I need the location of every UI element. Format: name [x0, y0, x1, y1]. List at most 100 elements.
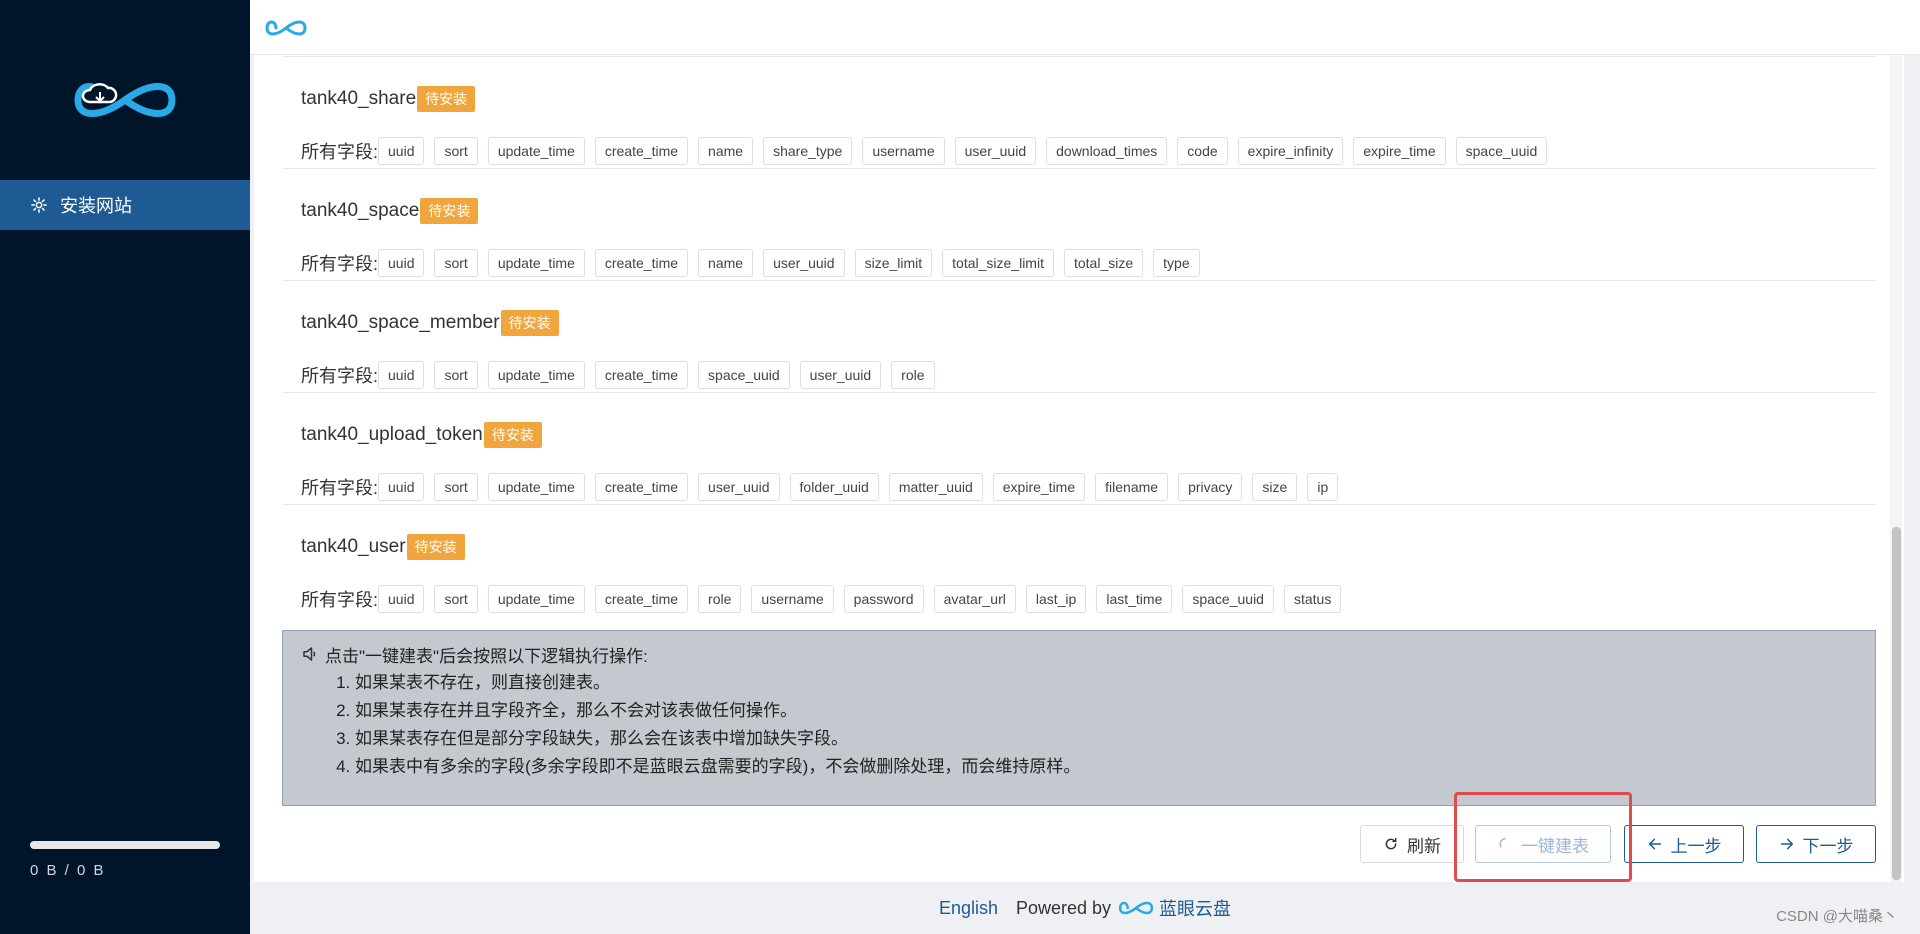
create-label: 一键建表: [1521, 836, 1589, 856]
table-title: tank40_space 待安装: [301, 197, 479, 225]
field-tag: sort: [434, 249, 478, 277]
notice-item: 如果某表不存在，则直接创建表。: [355, 669, 1857, 697]
speaker-icon: [303, 647, 316, 661]
next-step-button[interactable]: 下一步: [1756, 825, 1876, 863]
field-list: 所有字段: uuid sort update_time create_time name u…: [301, 249, 1210, 277]
field-tag: create_time: [594, 585, 689, 613]
brand-link[interactable]: 蓝眼云盘: [1159, 895, 1231, 921]
field-tag: download_times: [1046, 137, 1168, 165]
arrow-left-icon: [1648, 838, 1661, 850]
table-row: tank40_user 待安装 所有字段: uuid sort update_time cr…: [282, 504, 1876, 616]
field-list: 所有字段: uuid sort update_time create_time name s…: [301, 137, 1557, 165]
status-badge: 待安装: [483, 422, 542, 448]
field-tag: last_ip: [1025, 585, 1087, 613]
field-tag: space_uuid: [1455, 137, 1548, 165]
field-tag: expire_time: [992, 473, 1086, 501]
field-tag: expire_infinity: [1237, 137, 1344, 165]
prev-step-button[interactable]: 上一步: [1624, 825, 1744, 863]
field-tag: avatar_url: [933, 585, 1016, 613]
field-tag: sort: [434, 137, 478, 165]
fields-label: 所有字段:: [301, 478, 379, 498]
field-tag: user_uuid: [954, 137, 1037, 165]
field-tag: total_size: [1063, 249, 1144, 277]
next-label: 下一步: [1802, 836, 1854, 856]
fields-label: 所有字段:: [301, 366, 379, 386]
notice-heading: 点击"一键建表"后会按照以下逻辑执行操作:: [325, 646, 648, 666]
table-row: tank40_share 待安装 所有字段: uuid sort update_time c…: [282, 56, 1876, 168]
one-click-create-button[interactable]: 一键建表: [1475, 825, 1611, 863]
field-tag: role: [891, 361, 935, 389]
sidebar-item-install-site[interactable]: 安装网站: [0, 180, 250, 230]
field-tag: uuid: [378, 249, 425, 277]
table-name: tank40_user: [301, 536, 406, 557]
field-tag: update_time: [487, 249, 585, 277]
field-tag: share_type: [763, 137, 853, 165]
notice-item: 如果某表存在并且字段齐全，那么不会对该表做任何操作。: [355, 697, 1857, 725]
field-tag: username: [862, 137, 945, 165]
field-tag: create_time: [594, 361, 689, 389]
field-tag: total_size_limit: [942, 249, 1054, 277]
arrow-right-icon: [1780, 838, 1793, 850]
field-tag: size: [1252, 473, 1298, 501]
table-name: tank40_space: [301, 200, 420, 221]
powered-by-text: Powered by: [1015, 897, 1112, 918]
table-title: tank40_share 待安装: [301, 85, 476, 113]
status-badge: 待安装: [417, 86, 476, 112]
field-tag: role: [698, 585, 742, 613]
refresh-icon: [1385, 837, 1397, 850]
refresh-button[interactable]: 刷新: [1360, 825, 1464, 863]
field-tag: space_uuid: [698, 361, 790, 389]
top-logo-icon[interactable]: [264, 16, 308, 40]
scrollbar-thumb[interactable]: [1892, 527, 1901, 880]
top-bar: [250, 0, 1920, 55]
field-tag: uuid: [378, 473, 425, 501]
language-link[interactable]: English: [939, 898, 998, 919]
field-tag: ip: [1307, 473, 1339, 501]
field-tag: matter_uuid: [888, 473, 983, 501]
watermark: CSDN @大喵桑丶: [1776, 908, 1898, 925]
field-tag: user_uuid: [763, 249, 845, 277]
field-tag: username: [751, 585, 834, 613]
field-tag: code: [1177, 137, 1228, 165]
field-tag: update_time: [487, 137, 585, 165]
notice-item: 如果表中有多余的字段(多余字段即不是蓝眼云盘需要的字段)，不会做删除处理，而会维…: [355, 753, 1857, 781]
storage-progress-bar: [30, 841, 220, 849]
field-tag: create_time: [594, 249, 689, 277]
refresh-label: 刷新: [1407, 836, 1441, 856]
table-name: tank40_upload_token: [301, 424, 483, 445]
status-badge: 待安装: [420, 198, 479, 224]
sidebar: 安装网站 0 B / 0 B: [0, 0, 250, 934]
status-badge: 待安装: [406, 534, 465, 560]
field-tag: type: [1153, 249, 1200, 277]
notice-item: 如果某表存在但是部分字段缺失，那么会在该表中增加缺失字段。: [355, 725, 1857, 753]
field-tag: uuid: [378, 585, 425, 613]
gear-icon: [31, 197, 47, 213]
table-title: tank40_user 待安装: [301, 533, 465, 561]
storage-usage-text: 0 B / 0 B: [30, 862, 106, 879]
field-list: 所有字段: uuid sort update_time create_time space…: [301, 361, 945, 389]
scrollbar[interactable]: [1890, 55, 1902, 882]
table-row: tank40_space_member 待安装所有字段: uuid sort updat…: [282, 280, 1876, 392]
sidebar-item-label: 安装网站: [60, 196, 132, 216]
field-tag: update_time: [487, 473, 585, 501]
table-title: tank40_upload_token 待安装: [301, 421, 542, 449]
field-tag: size_limit: [854, 249, 933, 277]
field-tag: user_uuid: [698, 473, 780, 501]
field-list: 所有字段: uuid sort update_time create_time role u…: [301, 585, 1351, 613]
field-tag: user_uuid: [799, 361, 882, 389]
brand-logo-icon: [1118, 901, 1154, 915]
fields-label: 所有字段:: [301, 590, 379, 610]
notice-panel: 点击"一键建表"后会按照以下逻辑执行操作: 如果某表不存在，则直接创建表。 如果…: [282, 630, 1876, 806]
table-row: tank40_upload_token 待安装 所有字段: uuid sort updat…: [282, 392, 1876, 504]
field-tag: name: [698, 249, 754, 277]
field-tag: filename: [1095, 473, 1169, 501]
field-tag: status: [1283, 585, 1342, 613]
field-tag: create_time: [594, 137, 689, 165]
field-tag: privacy: [1178, 473, 1243, 501]
field-tag: space_uuid: [1182, 585, 1274, 613]
field-tag: folder_uuid: [789, 473, 879, 501]
table-row: tank40_space 待安装 所有字段: uuid sort update_time c…: [282, 168, 1876, 280]
table-title: tank40_space_member 待安装: [301, 309, 559, 337]
field-tag: sort: [434, 585, 478, 613]
app-logo-icon: [74, 83, 176, 117]
